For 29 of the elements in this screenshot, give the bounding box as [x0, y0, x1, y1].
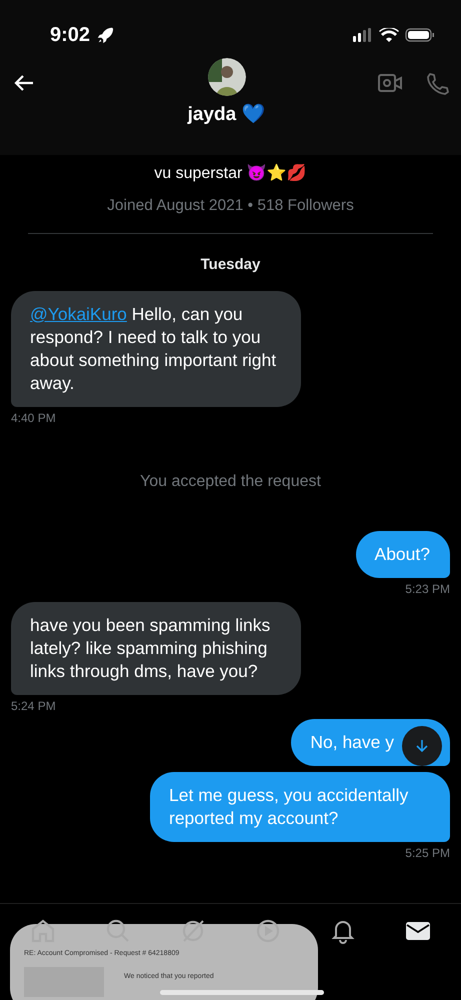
phone-icon[interactable] [425, 72, 449, 96]
profile-meta: Joined August 2021 • 518 Followers [107, 197, 354, 215]
video-camera-icon[interactable] [377, 72, 403, 94]
message-bubble[interactable]: have you been spamming links lately? like spamming phishing links through dms, have you? [11, 602, 301, 695]
message-time: 5:24 PM [11, 699, 56, 713]
avatar[interactable] [208, 58, 246, 96]
mention-link[interactable]: @YokaiKuro [30, 304, 127, 324]
search-icon[interactable] [105, 918, 132, 944]
message-text: @YokaiKuro Hello, can you respond? I need to talk to you about something important right away. [30, 303, 278, 395]
message-time: 5:23 PM [405, 582, 450, 596]
message-time: 5:25 PM [405, 846, 450, 860]
slashed-circle-icon[interactable] [180, 918, 206, 944]
wifi-icon [379, 28, 399, 42]
message-time: 4:40 PM [11, 411, 56, 425]
battery-icon [405, 28, 435, 42]
play-icon[interactable] [254, 918, 281, 944]
day-label: Tuesday [200, 256, 260, 273]
contact-name: jayda 💙 [188, 102, 266, 126]
down-arrow-icon [414, 738, 430, 754]
bell-icon[interactable] [330, 918, 356, 944]
message-bubble[interactable]: @YokaiKuro Hello, can you respond? I need to talk to you about something important right away. [11, 291, 301, 407]
message-bubble[interactable]: Let me guess, you accidentally reported my account? [150, 772, 450, 842]
signal-icon [353, 28, 373, 42]
home-icon[interactable] [30, 918, 56, 944]
profile-bio: vu superstar 😈⭐💋 [154, 163, 307, 183]
status-time: 9:02 [50, 24, 90, 46]
system-message: You accepted the request [140, 473, 321, 491]
message-bubble[interactable]: About? [356, 531, 450, 578]
rocket-icon [96, 26, 114, 44]
